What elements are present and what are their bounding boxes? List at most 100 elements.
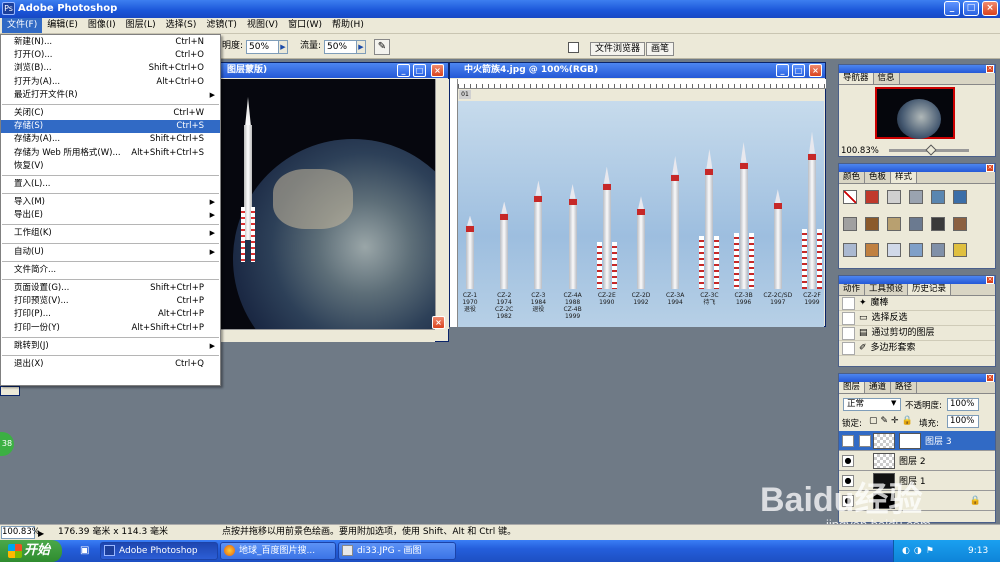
doc2-maximize-button[interactable]: □ [792, 64, 805, 77]
tab-paths[interactable]: 路径 [891, 382, 918, 393]
tab-color[interactable]: 颜色 [839, 172, 866, 183]
tab-styles[interactable]: 样式 [891, 172, 918, 183]
file-menu-item[interactable]: 打印预览(V)... Ctrl+P [1, 295, 220, 308]
rocket-family-canvas[interactable]: CZ-1 1970 退役 CZ-2 1974 CZ-2C 1982 CZ-3 1984 退役 CZ-… [458, 101, 824, 327]
menu-file[interactable]: 文件(F) [2, 18, 43, 33]
tab-swatches[interactable]: 色板 [865, 172, 892, 183]
style-swatch[interactable] [909, 190, 923, 204]
style-swatch[interactable] [909, 243, 923, 258]
tab-actions[interactable]: 动作 [839, 284, 866, 295]
doc1-maximize-button[interactable]: □ [413, 64, 426, 77]
file-menu-item[interactable]: 新建(N)... Ctrl+N [1, 36, 220, 49]
layers-close-icon[interactable]: × [986, 374, 994, 382]
show-desktop-icon[interactable]: ▣ [80, 545, 89, 556]
maximize-button[interactable]: □ [963, 1, 979, 16]
file-menu-item[interactable]: 打开为(A)... Alt+Ctrl+O [1, 76, 220, 89]
menu-image[interactable]: 图像(I) [83, 18, 121, 33]
minimize-button[interactable]: _ [944, 1, 960, 16]
menu-filter[interactable]: 滤镜(T) [201, 18, 242, 33]
tab-layers[interactable]: 图层 [839, 382, 866, 393]
doc1-close-button[interactable]: × [431, 64, 444, 77]
file-menu-item[interactable]: 打开(O)... Ctrl+O [1, 49, 220, 62]
menu-view[interactable]: 视图(V) [242, 18, 283, 33]
swatches-close-icon[interactable]: × [986, 164, 994, 172]
file-menu-item[interactable]: 打印一份(Y) Alt+Shift+Ctrl+P [1, 322, 220, 335]
document-window-rockets[interactable]: 中火箭族4.jpg @ 100%(RGB) _ □ × 01 CZ-1 1970 退… [449, 62, 826, 327]
file-menu-item[interactable]: 导入(M) ▶ [1, 196, 220, 209]
layer-opacity-input[interactable]: 100% [947, 398, 979, 411]
tab-navigator[interactable]: 导航器 [839, 73, 874, 84]
tab-info[interactable]: 信息 [873, 73, 900, 84]
tab-tool-presets[interactable]: 工具预设 [865, 284, 909, 295]
file-menu-item[interactable]: 关闭(C) Ctrl+W [1, 107, 220, 120]
side-badge[interactable]: 38 [0, 432, 14, 456]
style-swatch[interactable] [843, 216, 857, 231]
navigator-close-icon[interactable]: × [986, 65, 994, 73]
flow-arrow-icon[interactable]: ▶ [356, 40, 366, 54]
file-menu-item[interactable]: 存储(S) Ctrl+S [1, 120, 220, 134]
history-checkbox[interactable] [842, 311, 855, 325]
doc1-inner-close-icon[interactable]: × [432, 316, 445, 329]
status-arrow-icon[interactable]: ▶ [38, 526, 44, 541]
file-menu-item[interactable]: 导出(E) ▶ [1, 209, 220, 222]
doc1-minimize-button[interactable]: _ [397, 64, 410, 77]
taskbar-item-photoshop[interactable]: Adobe Photoshop [100, 542, 218, 560]
file-menu-item[interactable]: 跳转到(J) ▶ [1, 340, 220, 353]
layer-row[interactable]: ● ✎ 图层 3 [839, 431, 995, 451]
history-checkbox[interactable] [842, 341, 855, 355]
brushes-tab[interactable]: 画笔 [646, 42, 675, 56]
navigator-palette-title[interactable]: × [839, 65, 995, 73]
style-swatch[interactable] [931, 190, 945, 204]
navigator-zoom[interactable]: 100.83% [841, 146, 881, 156]
style-swatch[interactable] [953, 190, 967, 204]
eye-icon[interactable]: ● [842, 454, 854, 467]
history-checkbox[interactable] [842, 326, 855, 340]
style-swatch[interactable] [865, 216, 879, 231]
file-menu-item[interactable]: 自动(U) ▶ [1, 246, 220, 259]
style-swatch[interactable] [931, 243, 945, 258]
fill-input[interactable]: 100% [947, 415, 979, 428]
history-step[interactable]: ▭ 选择反选 [839, 311, 995, 326]
doc2-title-bar[interactable]: 中火箭族4.jpg @ 100%(RGB) [450, 63, 825, 78]
style-swatch[interactable] [887, 216, 901, 231]
swatches-palette-title[interactable]: × [839, 164, 995, 172]
menu-layer[interactable]: 图层(L) [121, 18, 161, 33]
file-menu-item[interactable]: 恢复(V) [1, 160, 220, 173]
layer-row[interactable]: ● 图层 2 [839, 451, 995, 471]
menu-window[interactable]: 窗口(W) [283, 18, 327, 33]
eye-icon[interactable]: ● [842, 434, 854, 447]
layers-palette-title[interactable]: × [839, 374, 995, 382]
style-swatch[interactable] [909, 216, 923, 231]
file-menu-item[interactable]: 退出(X) Ctrl+Q [1, 358, 220, 371]
style-swatch[interactable] [843, 243, 857, 258]
file-menu-item[interactable]: 置入(L)... [1, 178, 220, 191]
doc1-horizontal-scrollbar[interactable] [213, 329, 435, 342]
history-checkbox[interactable] [842, 296, 855, 310]
brush-icon[interactable]: ✎ [859, 434, 871, 447]
opacity-arrow-icon[interactable]: ▶ [278, 40, 288, 54]
style-swatch[interactable] [865, 190, 879, 204]
style-swatch[interactable] [953, 243, 967, 258]
style-swatch[interactable] [887, 243, 901, 258]
file-menu-item[interactable]: 浏览(B)... Shift+Ctrl+O [1, 62, 220, 75]
history-close-icon[interactable]: × [986, 276, 994, 284]
style-swatch[interactable] [931, 216, 945, 231]
history-palette-title[interactable]: × [839, 276, 995, 284]
doc2-minimize-button[interactable]: _ [776, 64, 789, 77]
file-menu-item[interactable]: 页面设置(G)... Shift+Ctrl+P [1, 282, 220, 295]
taskbar-item-paint[interactable]: di33.JPG - 画图 [338, 542, 456, 560]
history-step[interactable]: ▤ 通过剪切的图层 [839, 326, 995, 341]
history-step[interactable]: ✦ 魔棒 [839, 296, 995, 311]
tray-icons[interactable]: ◐◑⚑ [902, 540, 938, 562]
menu-help[interactable]: 帮助(H) [327, 18, 369, 33]
airbrush-icon[interactable]: ✎ [374, 39, 390, 55]
file-menu-item[interactable]: 最近打开文件(R) ▶ [1, 89, 220, 102]
toolbox-fragment[interactable] [0, 386, 20, 396]
file-menu-item[interactable]: 打印(P)... Alt+Ctrl+P [1, 308, 220, 321]
style-swatch[interactable] [843, 190, 857, 204]
menu-edit[interactable]: 编辑(E) [42, 18, 83, 33]
file-menu-item[interactable]: 存储为 Web 所用格式(W)... Alt+Shift+Ctrl+S [1, 147, 220, 160]
navigator-preview[interactable] [875, 87, 955, 139]
doc2-close-button[interactable]: × [809, 64, 822, 77]
tab-channels[interactable]: 通道 [865, 382, 892, 393]
